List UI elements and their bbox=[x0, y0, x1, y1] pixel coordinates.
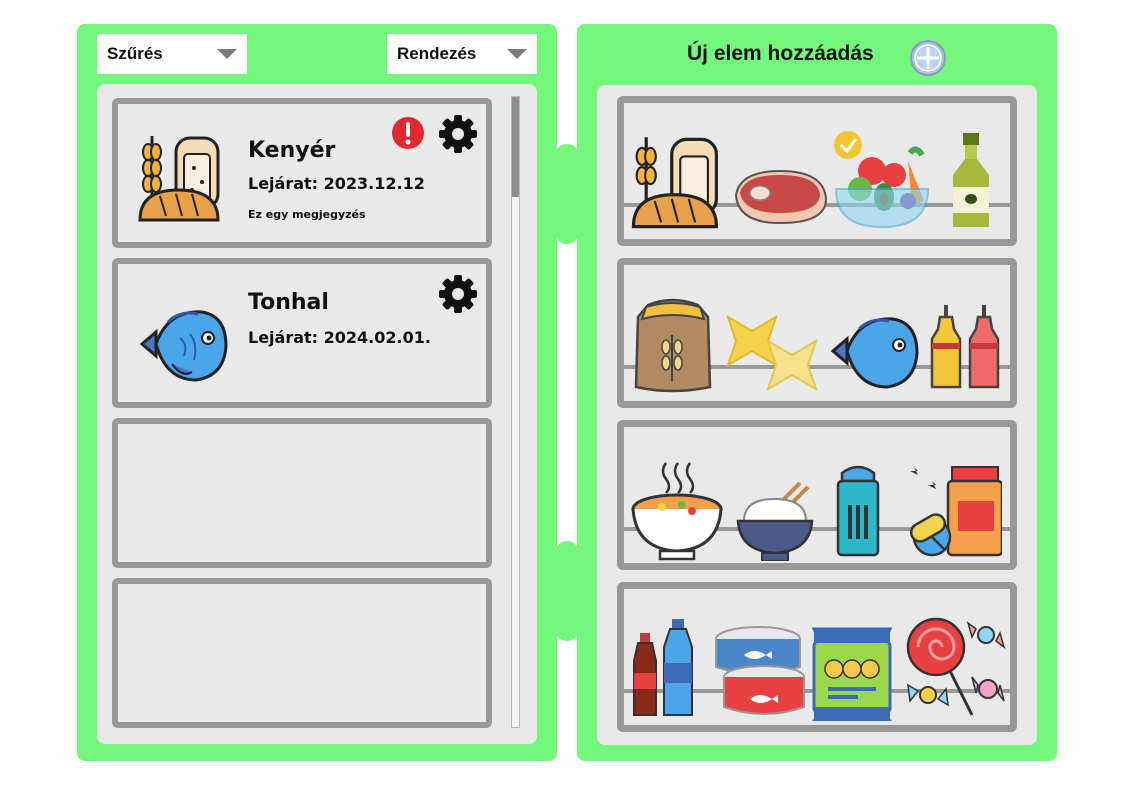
bread-icon[interactable] bbox=[630, 133, 722, 233]
flour-sack-icon[interactable] bbox=[630, 295, 716, 395]
add-item-title: Új elem hozzáadás bbox=[687, 42, 874, 65]
chevron-down-icon bbox=[217, 49, 237, 59]
list-item[interactable]: Tonhal Lejárat: 2024.02.01. bbox=[112, 258, 492, 408]
card-expiry: Lejárat: 2023.12.12 bbox=[248, 174, 425, 193]
soup-bowl-icon[interactable] bbox=[630, 461, 724, 561]
filter-dropdown[interactable]: Szűrés bbox=[97, 34, 247, 74]
card-title: Tonhal bbox=[248, 290, 329, 315]
card-note: Ez egy megjegyzés bbox=[248, 208, 366, 221]
fish-icon bbox=[139, 310, 228, 382]
item-list: Kenyér Lejárat: 2023.12.12 Ez egy megjeg… bbox=[97, 84, 537, 744]
list-item-empty[interactable] bbox=[112, 418, 492, 568]
filter-label: Szűrés bbox=[107, 44, 163, 63]
sort-dropdown[interactable]: Rendezés bbox=[387, 34, 537, 74]
hinge-bottom bbox=[555, 541, 579, 641]
scrollbar-thumb[interactable] bbox=[512, 97, 519, 197]
canned-fish-icon[interactable] bbox=[714, 625, 806, 721]
shelf-row bbox=[617, 582, 1017, 732]
fish-icon[interactable] bbox=[826, 311, 922, 395]
list-scrollbar[interactable] bbox=[511, 96, 520, 728]
bread-icon bbox=[138, 136, 220, 222]
snack-bag-icon[interactable] bbox=[810, 625, 894, 721]
gear-icon[interactable] bbox=[438, 274, 478, 314]
meat-icon[interactable] bbox=[730, 165, 830, 229]
oil-bottle-icon[interactable] bbox=[949, 131, 993, 231]
shelf-row bbox=[617, 258, 1017, 408]
fridge-list-panel: Szűrés Rendezés Kenyér Lejárat: 2023.12.… bbox=[77, 24, 557, 761]
rice-bowl-icon[interactable] bbox=[734, 481, 816, 561]
alert-icon[interactable] bbox=[391, 116, 425, 150]
hinge-top bbox=[555, 144, 579, 244]
candy-icon[interactable] bbox=[902, 615, 1006, 721]
salt-shaker-icon[interactable] bbox=[834, 461, 882, 559]
add-item-panel: Új elem hozzáadás bbox=[577, 24, 1057, 761]
card-title: Kenyér bbox=[248, 138, 336, 163]
sauce-bottles-icon[interactable] bbox=[930, 303, 1002, 391]
chevron-down-icon bbox=[507, 49, 527, 59]
sort-label: Rendezés bbox=[397, 44, 477, 63]
shelf-area bbox=[597, 85, 1037, 745]
vegetables-icon[interactable] bbox=[832, 131, 932, 231]
card-expiry: Lejárat: 2024.02.01. bbox=[248, 328, 431, 347]
pasta-icon[interactable] bbox=[724, 311, 824, 395]
list-item-empty[interactable] bbox=[112, 578, 492, 728]
shelf-row bbox=[617, 420, 1017, 570]
plus-circle-icon[interactable] bbox=[909, 39, 947, 77]
list-item[interactable]: Kenyér Lejárat: 2023.12.12 Ez egy megjeg… bbox=[112, 98, 492, 248]
gear-icon[interactable] bbox=[438, 114, 478, 154]
pills-icon[interactable] bbox=[906, 463, 1002, 559]
drinks-icon[interactable] bbox=[632, 617, 696, 719]
shelf-row bbox=[617, 96, 1017, 246]
